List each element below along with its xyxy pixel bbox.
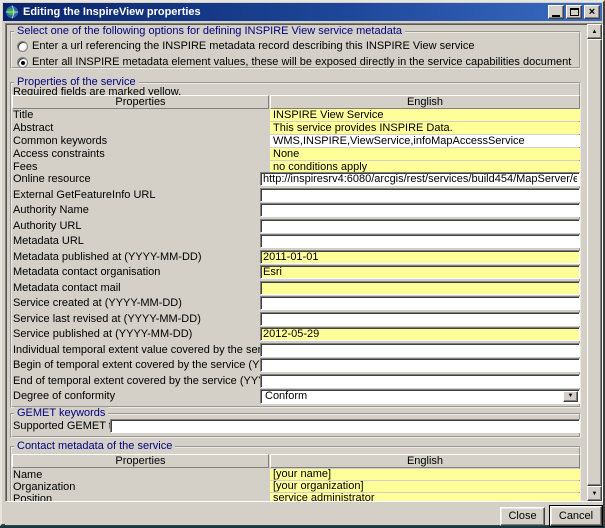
external-getfeatureinfo-url-label: External GetFeatureInfo URL — [13, 189, 155, 201]
service-published-label: Service published at (YYYY-MM-DD) — [13, 328, 192, 340]
form-row: Metadata contact mail — [2, 281, 603, 296]
form-row: Begin of temporal extent covered by the … — [2, 358, 603, 373]
abstract-value[interactable]: This service provides INSPIRE Data. — [270, 122, 580, 134]
minimize-icon — [552, 15, 560, 17]
metadata-contact-organisation-label: Metadata contact organisation — [13, 266, 160, 278]
form-row: Service published at (YYYY-MM-DD) — [2, 327, 603, 342]
form-row: Individual temporal extent value covered… — [2, 343, 603, 358]
maximize-button[interactable] — [566, 5, 582, 19]
form-row: Service last revised at (YYYY-MM-DD) — [2, 312, 603, 327]
online-resource-label: Online resource — [13, 173, 91, 185]
contact-organization-label: Organization — [13, 481, 75, 493]
online-resource-input[interactable] — [260, 172, 580, 186]
metadata-url-radio[interactable] — [17, 41, 28, 52]
chevron-down-icon: ▼ — [568, 390, 574, 403]
abstract-label: Abstract — [13, 122, 53, 134]
form-row: Authority URL — [2, 219, 603, 234]
close-icon: × — [589, 7, 595, 17]
title-label: Title — [13, 109, 33, 121]
contact-column-header-english: English — [270, 454, 580, 468]
contact-organization-value[interactable]: [your organization] — [270, 481, 580, 492]
metadata-contact-mail-label: Metadata contact mail — [13, 282, 121, 294]
close-button[interactable]: Close — [500, 507, 545, 526]
form-row: External GetFeatureInfo URL — [2, 188, 603, 203]
scrollbar-thumb[interactable] — [587, 39, 602, 486]
gemet-group-title: GEMET keywords — [14, 407, 108, 419]
form-row: Metadata URL — [2, 234, 603, 249]
degree-of-conformity-value: Conform — [265, 390, 307, 402]
service-last-revised-input[interactable] — [260, 312, 580, 326]
metadata-values-radio-label[interactable]: Enter all INSPIRE metadata element value… — [32, 56, 571, 68]
common-keywords-value[interactable]: WMS,INSPIRE,ViewService,infoMapAccessSer… — [270, 135, 580, 147]
form-row: Degree of conformity Conform ▼ — [2, 389, 603, 404]
access-constraints-value[interactable]: None — [270, 148, 580, 160]
service-published-input[interactable] — [260, 327, 580, 341]
metadata-url-radio-label[interactable]: Enter a url referencing the INSPIRE meta… — [32, 40, 474, 52]
metadata-values-radio[interactable] — [17, 57, 28, 68]
scroll-up-button[interactable]: ▲ — [587, 24, 602, 39]
begin-temporal-extent-input[interactable] — [260, 358, 580, 372]
supported-gemet-themes-input[interactable] — [110, 419, 580, 433]
access-constraints-label: Access constraints — [13, 148, 105, 160]
service-created-input[interactable] — [260, 296, 580, 310]
options-group-title: Select one of the following options for … — [14, 25, 405, 37]
metadata-published-input[interactable] — [260, 250, 580, 264]
scroll-down-button[interactable]: ▼ — [587, 486, 602, 501]
form-row: End of temporal extent covered by the se… — [2, 374, 603, 389]
metadata-url-input[interactable] — [260, 234, 580, 248]
column-header-properties: Properties — [12, 95, 269, 109]
metadata-url-label: Metadata URL — [13, 235, 84, 247]
external-getfeatureinfo-url-input[interactable] — [260, 188, 580, 202]
contact-name-label: Name — [13, 469, 42, 481]
maximize-icon — [570, 8, 579, 16]
title-bar[interactable]: Editing the InspireView properties × — [3, 3, 602, 21]
cancel-button[interactable]: Cancel — [550, 506, 602, 526]
cancel-button-ring: Cancel — [549, 505, 603, 527]
form-row: Authority Name — [2, 203, 603, 218]
scroll-down-icon: ▼ — [592, 491, 598, 497]
contact-name-value[interactable]: [your name] — [270, 469, 580, 480]
authority-url-input[interactable] — [260, 219, 580, 233]
authority-url-label: Authority URL — [13, 220, 81, 232]
contact-column-header-properties: Properties — [12, 454, 269, 468]
degree-of-conformity-select[interactable]: Conform ▼ — [260, 389, 580, 404]
authority-name-label: Authority Name — [13, 204, 89, 216]
column-header-english: English — [270, 95, 580, 109]
form-row: Metadata published at (YYYY-MM-DD) — [2, 250, 603, 265]
dialog-window: Editing the InspireView properties × Sel… — [0, 0, 605, 526]
globe-app-icon — [5, 5, 19, 19]
authority-name-input[interactable] — [260, 203, 580, 217]
service-created-label: Service created at (YYYY-MM-DD) — [13, 297, 182, 309]
scroll-up-icon: ▲ — [592, 29, 598, 35]
service-last-revised-label: Service last revised at (YYYY-MM-DD) — [13, 313, 201, 325]
metadata-contact-organisation-input[interactable] — [260, 265, 580, 279]
combo-dropdown-button[interactable]: ▼ — [563, 391, 578, 402]
minimize-button[interactable] — [548, 5, 564, 19]
metadata-published-label: Metadata published at (YYYY-MM-DD) — [13, 251, 202, 263]
form-row: Service created at (YYYY-MM-DD) — [2, 296, 603, 311]
desktop-background: Editing the InspireView properties × Sel… — [0, 0, 605, 528]
vertical-scrollbar[interactable]: ▲ ▼ — [587, 24, 602, 501]
metadata-contact-mail-input[interactable] — [260, 281, 580, 295]
degree-of-conformity-label: Degree of conformity — [13, 390, 115, 402]
form-row: Metadata contact organisation — [2, 265, 603, 280]
common-keywords-label: Common keywords — [13, 135, 107, 147]
window-title: Editing the InspireView properties — [23, 6, 201, 18]
form-row: Online resource — [2, 172, 603, 187]
contact-group-title: Contact metadata of the service — [14, 440, 175, 452]
end-temporal-extent-input[interactable] — [260, 374, 580, 388]
individual-temporal-extent-input[interactable] — [260, 343, 580, 357]
form-row: Supported GEMET themes — [2, 419, 603, 434]
title-value[interactable]: INSPIRE View Service — [270, 109, 580, 121]
close-window-button[interactable]: × — [584, 5, 600, 19]
